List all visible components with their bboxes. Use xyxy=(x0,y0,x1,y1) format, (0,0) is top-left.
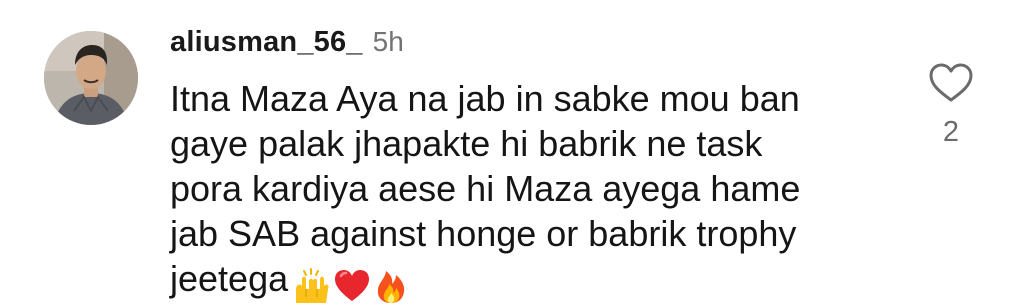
red-heart-emoji xyxy=(335,270,370,302)
username-link[interactable]: aliusman_56_ xyxy=(170,26,363,58)
like-button[interactable] xyxy=(928,62,974,104)
emoji-group xyxy=(292,261,411,306)
comment-text-line: jab SAB against honge or babrik trophy xyxy=(170,213,797,254)
comment-text: Itna Maza Aya na jab in sabke mou ban ga… xyxy=(170,76,890,306)
avatar-image xyxy=(44,31,138,125)
comment-text-line-last: jeetega xyxy=(170,256,890,306)
comment-text-line: gaye palak jhapakte hi babrik ne task xyxy=(170,123,763,164)
comment-item: aliusman_56_ 5h Itna Maza Aya na jab in s… xyxy=(0,0,1024,304)
timestamp: 5h xyxy=(372,26,404,57)
avatar[interactable] xyxy=(44,31,138,125)
fire-emoji xyxy=(377,271,405,304)
heart-outline-icon xyxy=(929,63,973,102)
comment-text-line: Itna Maza Aya na jab in sabke mou ban xyxy=(170,78,800,119)
comment-text-line: pora kardiya aese hi Maza ayega hame xyxy=(170,168,801,209)
like-count: 2 xyxy=(942,116,960,148)
comment-header: aliusman_56_ 5h xyxy=(170,22,404,62)
raising-hands-emoji xyxy=(296,268,329,304)
